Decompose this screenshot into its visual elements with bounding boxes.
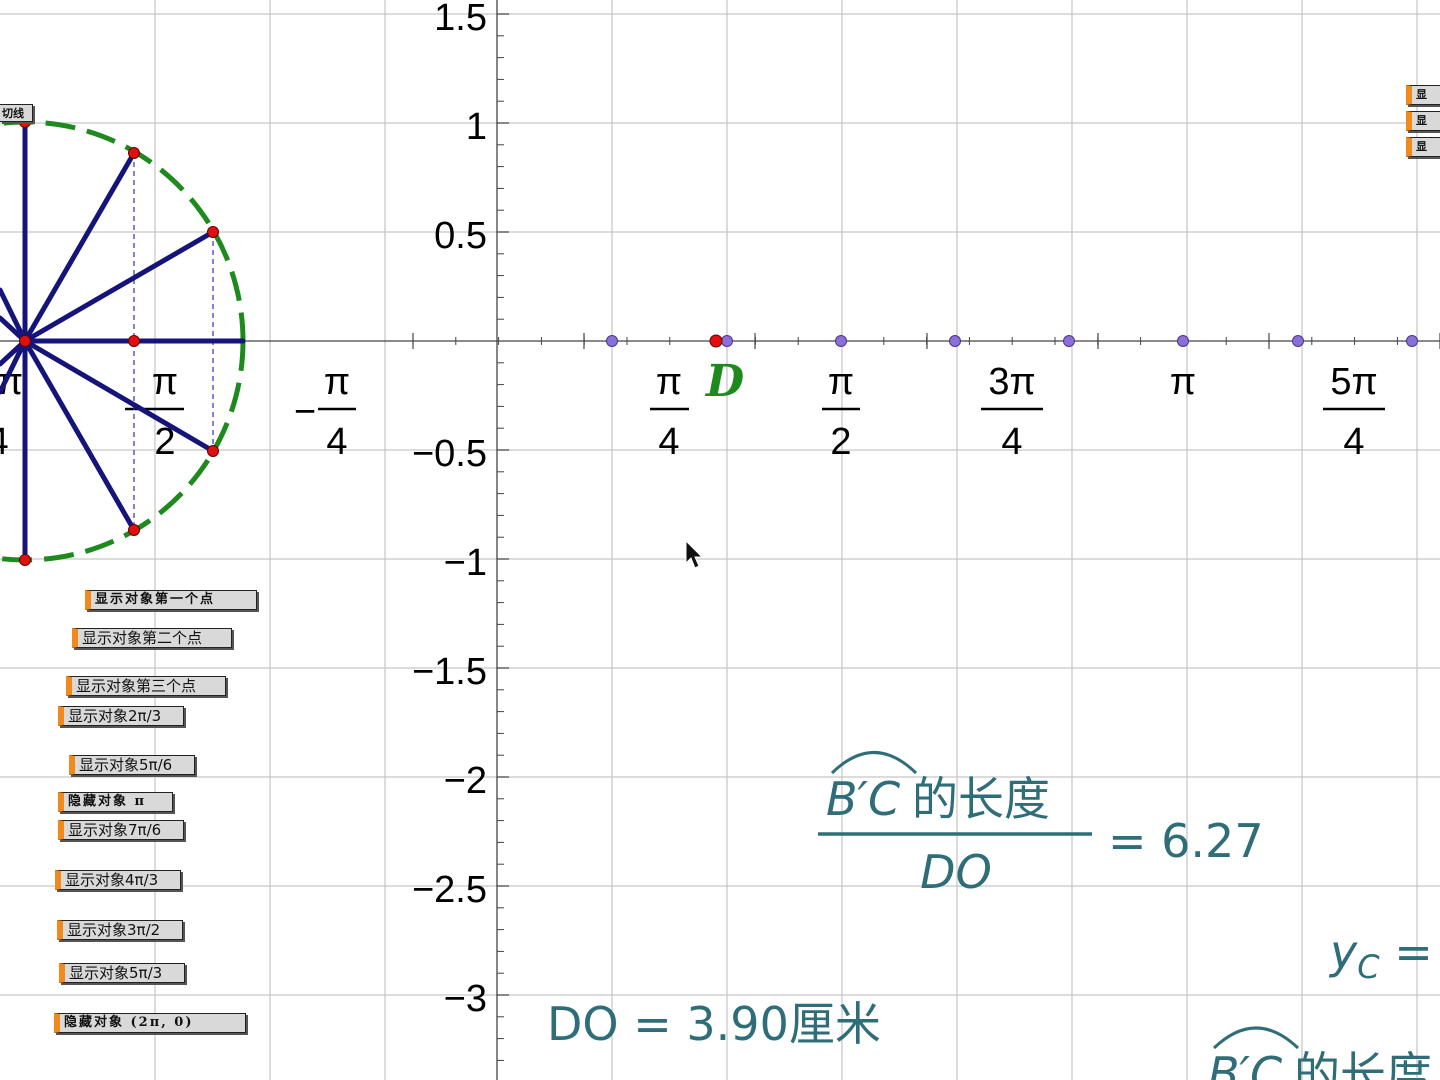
show-7pi6-button[interactable]: 显示对象7π/6 [58, 820, 184, 840]
do-measure[interactable]: DO = 3.90厘米 [547, 997, 881, 1051]
coordinate-canvas[interactable]: 1.5 1 0.5 −0.5 −1 −1.5 −2 −2.5 −3 π 4 π … [0, 0, 1440, 1080]
hide-2pi-0-button[interactable]: 隐藏对象 (2π, 0) [54, 1013, 246, 1033]
spokes [0, 119, 246, 563]
circle-point [19, 554, 31, 566]
axes [0, 0, 1440, 1080]
y-label-neg-1.5: −1.5 [412, 651, 487, 693]
y-label-neg-3: −3 [444, 978, 487, 1020]
circle-point [128, 524, 140, 536]
right-edge-button-1[interactable]: 显 [1406, 85, 1440, 105]
yc-sub: C [1357, 948, 1380, 986]
right-edge-button-3[interactable]: 显 [1406, 137, 1440, 157]
hide-pi-button[interactable]: 隐藏对象 π [58, 792, 173, 812]
svg-text:yC =: yC = [1328, 925, 1433, 986]
show-first-point-button[interactable]: 显示对象第一个点 [85, 590, 257, 610]
circle-point [207, 226, 219, 238]
axis-point [1177, 335, 1189, 347]
y-label-neg-1: −1 [444, 542, 487, 584]
circle-point [128, 147, 140, 159]
axis-point [949, 335, 961, 347]
y-label-1.5: 1.5 [434, 0, 487, 39]
axis-point [835, 335, 847, 347]
bottom-arc-suffix: 的长度 [1294, 1047, 1432, 1080]
y-axis-labels: 1.5 1 0.5 −0.5 −1 −1.5 −2 −2.5 −3 [412, 0, 487, 1020]
center-point [19, 335, 31, 347]
show-second-point-button[interactable]: 显示对象第二个点 [72, 628, 232, 648]
x-label-pi: π [1170, 361, 1196, 403]
ratio-formula[interactable]: B′C 的长度 DO = 6.27 [818, 751, 1264, 900]
ratio-value: = 6.27 [1108, 814, 1264, 868]
show-2pi3-button[interactable]: 显示对象2π/3 [58, 706, 184, 726]
show-5pi3-button[interactable]: 显示对象5π/3 [59, 963, 185, 983]
x-label-neg-pi4-den: 4 [326, 421, 347, 463]
x-label-3pi4-num: 3π [988, 361, 1035, 403]
y-label-neg-0.5: −0.5 [412, 433, 487, 475]
top-left-small-button[interactable]: 切线 [0, 104, 33, 122]
circle-point [207, 445, 219, 457]
point-D-label: D [704, 356, 744, 407]
x-label-left-partial-den: 4 [0, 421, 9, 463]
yc-eq: = [1380, 925, 1433, 979]
y-label-neg-2: −2 [444, 760, 487, 802]
ratio-arc-text: B′C [826, 772, 900, 826]
yc-var: y [1328, 925, 1358, 979]
ratio-denominator: DO [920, 845, 992, 899]
bottom-arc-formula[interactable]: B′C 的长度 [1208, 1026, 1432, 1080]
x-label-pi4-den: 4 [658, 421, 679, 463]
x-label-pi2-den: 2 [830, 421, 851, 463]
y-label-0.5: 0.5 [434, 215, 487, 257]
show-3pi2-button[interactable]: 显示对象3π/2 [57, 920, 183, 940]
unit-circle-figure [0, 116, 246, 566]
show-third-point-button[interactable]: 显示对象第三个点 [66, 676, 226, 696]
show-5pi6-button[interactable]: 显示对象5π/6 [69, 755, 195, 775]
axis-point [1292, 335, 1304, 347]
grid [0, 0, 1440, 1080]
mouse-cursor [685, 539, 704, 569]
x-label-neg-pi4-minus: − [294, 391, 316, 433]
axis-point [721, 335, 733, 347]
x-label-pi2-num: π [828, 361, 854, 403]
y-axis-ticks [497, 13, 509, 996]
axis-point [1063, 335, 1075, 347]
show-4pi3-button[interactable]: 显示对象4π/3 [55, 870, 181, 890]
x-label-pi2-left-num: π [152, 361, 178, 403]
x-label-5pi4-num: 5π [1330, 361, 1377, 403]
x-label-pi4-num: π [656, 361, 682, 403]
ratio-suffix: 的长度 [912, 772, 1050, 826]
circle-point [128, 335, 140, 347]
x-label-neg-pi4-num: π [324, 361, 350, 403]
x-label-5pi4-den: 4 [1343, 421, 1364, 463]
bottom-arc-text: B′C [1208, 1047, 1282, 1080]
point-D[interactable] [709, 334, 723, 348]
yc-measure[interactable]: yC = [1328, 925, 1433, 986]
x-label-3pi4-den: 4 [1001, 421, 1022, 463]
y-label-1: 1 [466, 106, 487, 148]
axis-point [606, 335, 618, 347]
y-axis-minor-ticks [497, 13, 504, 1061]
axis-point [1406, 335, 1418, 347]
right-edge-button-2[interactable]: 显 [1406, 111, 1440, 131]
y-label-neg-2.5: −2.5 [412, 869, 487, 911]
